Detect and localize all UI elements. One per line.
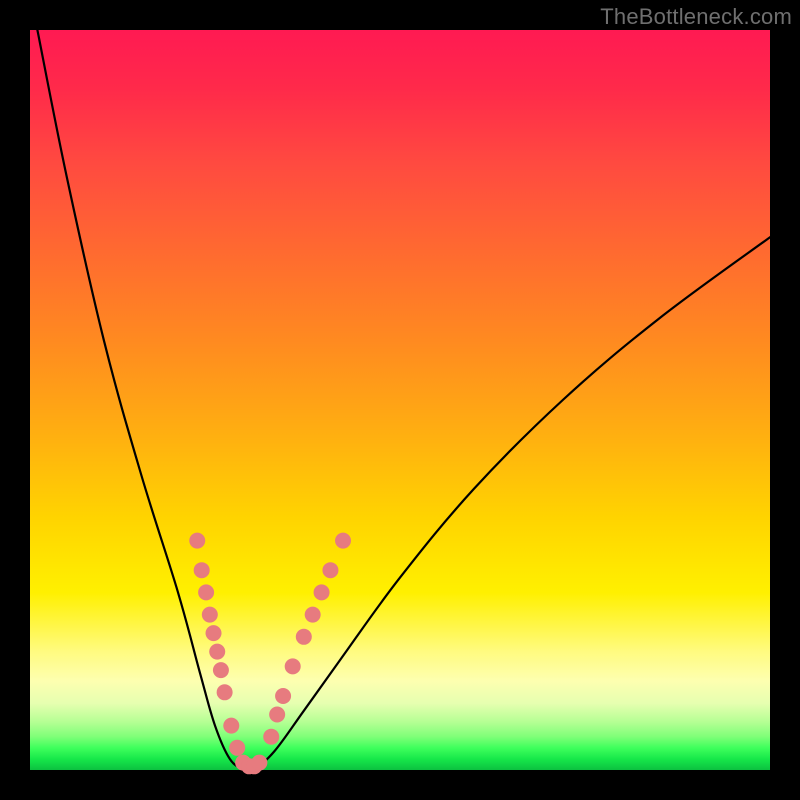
highlight-dot [314, 584, 330, 600]
highlight-dot [251, 755, 267, 771]
plot-area [30, 30, 770, 770]
highlight-dot [217, 684, 233, 700]
watermark-text: TheBottleneck.com [600, 4, 792, 30]
highlight-dot [206, 625, 222, 641]
highlight-dot [269, 707, 285, 723]
highlight-dot [189, 533, 205, 549]
highlight-dot [305, 607, 321, 623]
highlight-dot [229, 740, 245, 756]
highlight-dots-group [189, 533, 351, 775]
highlight-dot [209, 644, 225, 660]
highlight-dot [322, 562, 338, 578]
highlight-dot [335, 533, 351, 549]
chart-svg [30, 30, 770, 770]
highlight-dot [285, 658, 301, 674]
highlight-dot [296, 629, 312, 645]
highlight-dot [275, 688, 291, 704]
bottleneck-curve [37, 30, 770, 770]
outer-frame: TheBottleneck.com [0, 0, 800, 800]
highlight-dot [223, 718, 239, 734]
highlight-dot [194, 562, 210, 578]
highlight-dot [213, 662, 229, 678]
highlight-dot [263, 729, 279, 745]
highlight-dot [198, 584, 214, 600]
highlight-dot [202, 607, 218, 623]
